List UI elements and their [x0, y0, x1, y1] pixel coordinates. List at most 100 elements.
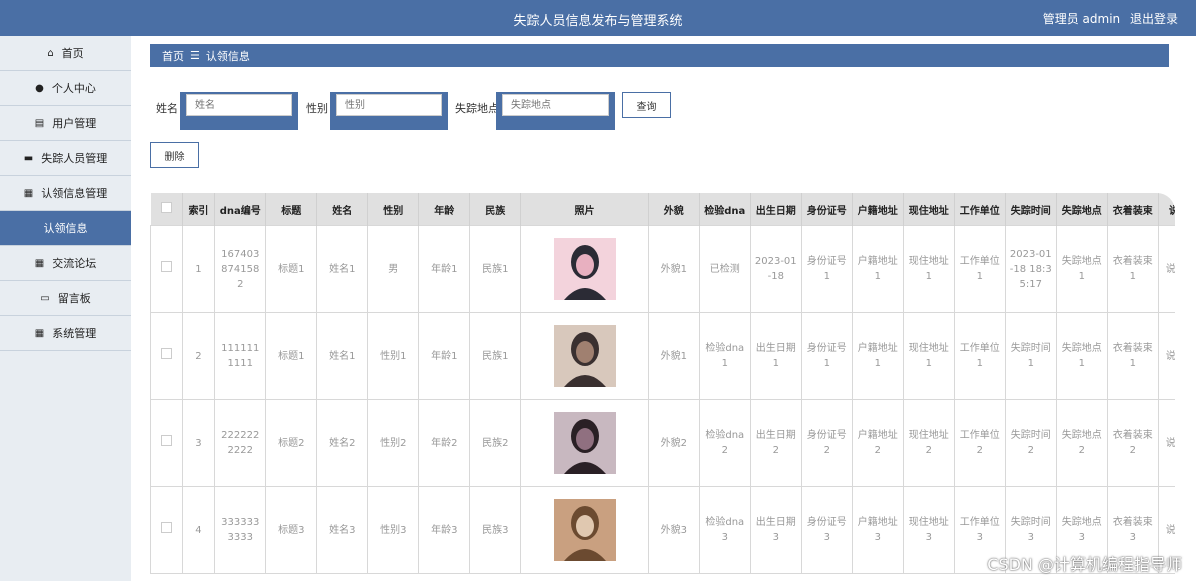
- column-header: 户籍地址: [852, 193, 904, 226]
- table-cell: 检验dna1: [698, 312, 751, 400]
- gender-input[interactable]: [336, 94, 442, 116]
- column-header: 年龄: [418, 193, 471, 226]
- sidebar-item-label: 用户管理: [52, 117, 97, 130]
- sidebar-item-label: 交流论坛: [52, 257, 97, 270]
- row-checkbox[interactable]: [160, 261, 172, 272]
- breadcrumb: 首页 ☰ 认领信息: [150, 44, 1169, 67]
- clipboard-icon: ▤: [34, 117, 45, 129]
- select-all-checkbox[interactable]: [160, 202, 172, 213]
- table-cell: 说话口1: [1157, 312, 1175, 400]
- home-icon: ⌂: [47, 47, 54, 59]
- data-table: 索引 dna编号 标题 姓名 性别 年龄 民族 照片 外貌 检验dna 出生日期…: [150, 193, 1175, 581]
- photo-cell: [520, 312, 649, 400]
- grid-icon: ▦: [34, 257, 45, 269]
- menu-icon: ☰: [190, 49, 200, 62]
- sidebar-item-label: 留言板: [57, 292, 91, 305]
- table-cell: 2023-01-18: [749, 225, 802, 313]
- table-cell: 现住地址3: [902, 486, 955, 574]
- sidebar-item-missing-persons[interactable]: ▬ 失踪人员管理: [0, 141, 131, 176]
- sidebar-item-label: 认领信息管理: [41, 187, 108, 200]
- column-header: dna编号: [214, 193, 267, 226]
- photo-cell: [520, 225, 649, 313]
- user-icon: ●: [35, 82, 44, 94]
- table-cell: 姓名1: [316, 312, 369, 400]
- column-header: 出生日期: [750, 193, 802, 226]
- table-cell: 衣着装束2: [1106, 399, 1159, 487]
- location-input[interactable]: [502, 94, 609, 116]
- column-header: 索引: [182, 193, 216, 226]
- table-cell: 外貌3: [647, 486, 700, 574]
- sidebar-item-profile[interactable]: ● 个人中心: [0, 71, 131, 106]
- chat-icon: ▬: [23, 152, 34, 164]
- table-cell: 现住地址1: [902, 312, 955, 400]
- table-cell: 检验dna2: [698, 399, 751, 487]
- row-checkbox[interactable]: [160, 348, 172, 359]
- sidebar-item-message-board[interactable]: ▭ 留言板: [0, 281, 131, 316]
- table-cell: 失踪地点1: [1055, 312, 1108, 400]
- gender-label: 性别: [306, 102, 328, 115]
- table-cell: 性别1: [367, 312, 420, 400]
- table-cell: 年龄3: [418, 486, 471, 574]
- table-cell: 民族3: [469, 486, 522, 574]
- column-header: 照片: [520, 193, 649, 226]
- table-cell: 2023-01-18 18:35:17: [1004, 225, 1057, 313]
- app-title: 失踪人员信息发布与管理系统: [513, 14, 683, 29]
- table-cell: 失踪时间2: [1004, 399, 1057, 487]
- table-cell: 民族2: [469, 399, 522, 487]
- person-photo: [553, 499, 616, 561]
- table-cell: 年龄1: [418, 225, 471, 313]
- row-checkbox[interactable]: [160, 435, 172, 446]
- table-cell: 性别2: [367, 399, 420, 487]
- table-cell: 男: [367, 225, 420, 313]
- table-cell: 户籍地址1: [851, 225, 904, 313]
- column-header: 外貌: [648, 193, 700, 226]
- top-bar: 失踪人员信息发布与管理系统 管理员 admin 退出登录: [0, 0, 1196, 36]
- photo-cell: [520, 399, 649, 487]
- table-row[interactable]: 3 2222222222 标题2 姓名2 性别2 年龄2 民族2 外貌2 检验dna2 出生日期2…: [150, 399, 1175, 487]
- table-cell: 2222222222: [214, 399, 267, 487]
- main-content: 首页 ☰ 认领信息 姓名 性别 失踪地点 查询 删除: [131, 36, 1196, 581]
- row-select-cell: [150, 312, 183, 400]
- photo-cell: [520, 486, 649, 574]
- table-cell: 标题3: [265, 486, 318, 574]
- location-label: 失踪地点: [455, 102, 499, 115]
- sidebar-item-claims-management[interactable]: ▦ 认领信息管理: [0, 176, 131, 211]
- table-cell: 工作单位1: [953, 225, 1006, 313]
- breadcrumb-home[interactable]: 首页: [162, 48, 184, 64]
- sidebar-item-label: 个人中心: [51, 82, 96, 95]
- sidebar-item-system[interactable]: ▦ 系统管理: [0, 316, 131, 351]
- sidebar-item-home[interactable]: ⌂ 首页: [0, 36, 131, 71]
- delete-button[interactable]: 删除: [150, 142, 199, 168]
- admin-label: 管理员 admin: [1042, 12, 1121, 26]
- location-field-wrap: [496, 92, 615, 130]
- name-input[interactable]: [186, 94, 292, 116]
- table-cell: 民族1: [469, 312, 522, 400]
- column-header: 标题: [265, 193, 318, 226]
- table-cell: 工作单位2: [953, 399, 1006, 487]
- table-cell: 3: [181, 399, 216, 487]
- sidebar-item-claims[interactable]: 认领信息: [0, 211, 131, 246]
- table-cell: 出生日期2: [749, 399, 802, 487]
- query-button[interactable]: 查询: [622, 92, 671, 118]
- sidebar-item-forum[interactable]: ▦ 交流论坛: [0, 246, 131, 281]
- sidebar-item-users[interactable]: ▤ 用户管理: [0, 106, 131, 141]
- table-cell: 外貌2: [647, 399, 700, 487]
- logout-link[interactable]: 退出登录: [1130, 12, 1178, 26]
- table-cell: 姓名2: [316, 399, 369, 487]
- table-cell: 年龄1: [418, 312, 471, 400]
- table-cell: 工作单位1: [953, 312, 1006, 400]
- table-cell: 失踪地点2: [1055, 399, 1108, 487]
- table-cell: 身份证号3: [800, 486, 853, 574]
- select-all-cell[interactable]: [150, 193, 183, 226]
- column-header: 失踪时间: [1005, 193, 1057, 226]
- table-cell: 身份证号2: [800, 399, 853, 487]
- row-checkbox[interactable]: [160, 522, 172, 533]
- table-cell: 2: [181, 312, 216, 400]
- person-photo: [553, 238, 616, 300]
- table-cell: 姓名3: [316, 486, 369, 574]
- table-row[interactable]: 2 1111111111 标题1 姓名1 性别1 年龄1 民族1 外貌1 检验dna1 出生日期1…: [150, 312, 1175, 400]
- table-cell: 外貌1: [647, 225, 700, 313]
- table-cell: 标题1: [265, 312, 318, 400]
- table-row[interactable]: 1 1674038741582 标题1 姓名1 男年龄1 民族1 外貌1 已检测 2023-01…: [150, 225, 1175, 313]
- table-cell: 户籍地址1: [851, 312, 904, 400]
